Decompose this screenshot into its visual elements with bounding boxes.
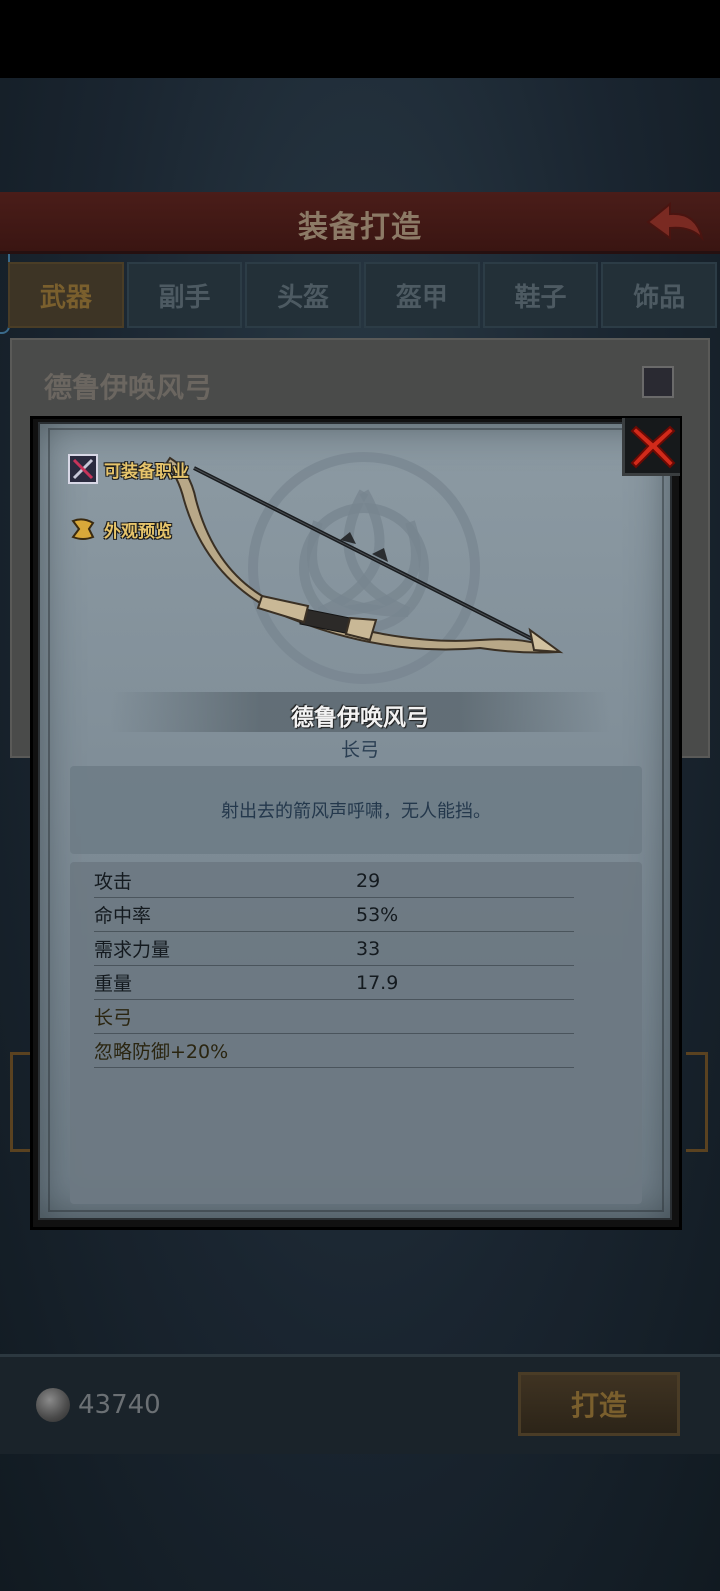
frame-corner-left: [10, 1052, 32, 1152]
tab-helmet[interactable]: 头盔: [245, 262, 362, 328]
item-name: 德鲁伊唤风弓: [291, 705, 429, 731]
coin-count: 43740: [78, 1390, 161, 1420]
category-tabs: 武器 副手 头盔 盔甲 鞋子 饰品: [8, 262, 720, 328]
stat-value: 53%: [356, 903, 399, 926]
preview-label: 外观预览: [104, 521, 172, 542]
tab-weapon[interactable]: 武器: [8, 262, 124, 328]
background-item-name: 德鲁伊唤风弓: [44, 371, 213, 404]
crossed-weapons-icon: [68, 454, 98, 484]
stat-key: 重量: [94, 973, 133, 995]
description-box: 射出去的箭风声呼啸，无人能挡。: [70, 766, 642, 854]
crossed-weapons-icon: [642, 366, 674, 398]
stat-row: 命中率 53%: [94, 898, 574, 932]
tab-shoes[interactable]: 鞋子: [482, 262, 599, 328]
stat-row: 需求力量 33: [94, 932, 574, 966]
close-x-icon: [630, 425, 675, 468]
stat-row: 重量 17.9: [94, 966, 574, 1000]
special-attribute-row: 长弓: [94, 1000, 574, 1034]
stat-key: 需求力量: [94, 939, 171, 961]
stat-value: 17.9: [356, 971, 399, 994]
item-type: 长弓: [340, 739, 379, 761]
preview-icon: [68, 514, 98, 544]
tab-accessory[interactable]: 饰品: [601, 262, 718, 328]
stat-key: 攻击: [94, 871, 133, 893]
bow-image: [164, 456, 564, 654]
close-button[interactable]: [622, 418, 680, 476]
preview-button[interactable]: 外观预览: [68, 514, 172, 544]
frame-corner-right: [686, 1052, 708, 1152]
special-attribute: 忽略防御+20%: [94, 1041, 229, 1063]
tab-offhand[interactable]: 副手: [126, 262, 243, 328]
special-attribute-row: 忽略防御+20%: [94, 1034, 574, 1068]
tab-armor[interactable]: 盔甲: [364, 262, 480, 328]
stat-row: 攻击 29: [94, 864, 574, 898]
page-title: 装备打造: [298, 210, 422, 245]
equip-class-label: 可装备职业: [104, 461, 189, 482]
status-bar: [0, 0, 720, 78]
item-description: 射出去的箭风声呼啸，无人能挡。: [221, 801, 491, 822]
craft-button[interactable]: 打造: [518, 1372, 680, 1436]
stat-value: 33: [356, 937, 381, 960]
special-attribute: 长弓: [94, 1007, 133, 1029]
back-arrow-icon[interactable]: [644, 198, 706, 246]
stat-key: 命中率: [94, 905, 152, 927]
equip-class-button[interactable]: 可装备职业: [68, 454, 189, 484]
stat-value: 29: [356, 869, 381, 892]
coin-icon: [36, 1388, 70, 1422]
